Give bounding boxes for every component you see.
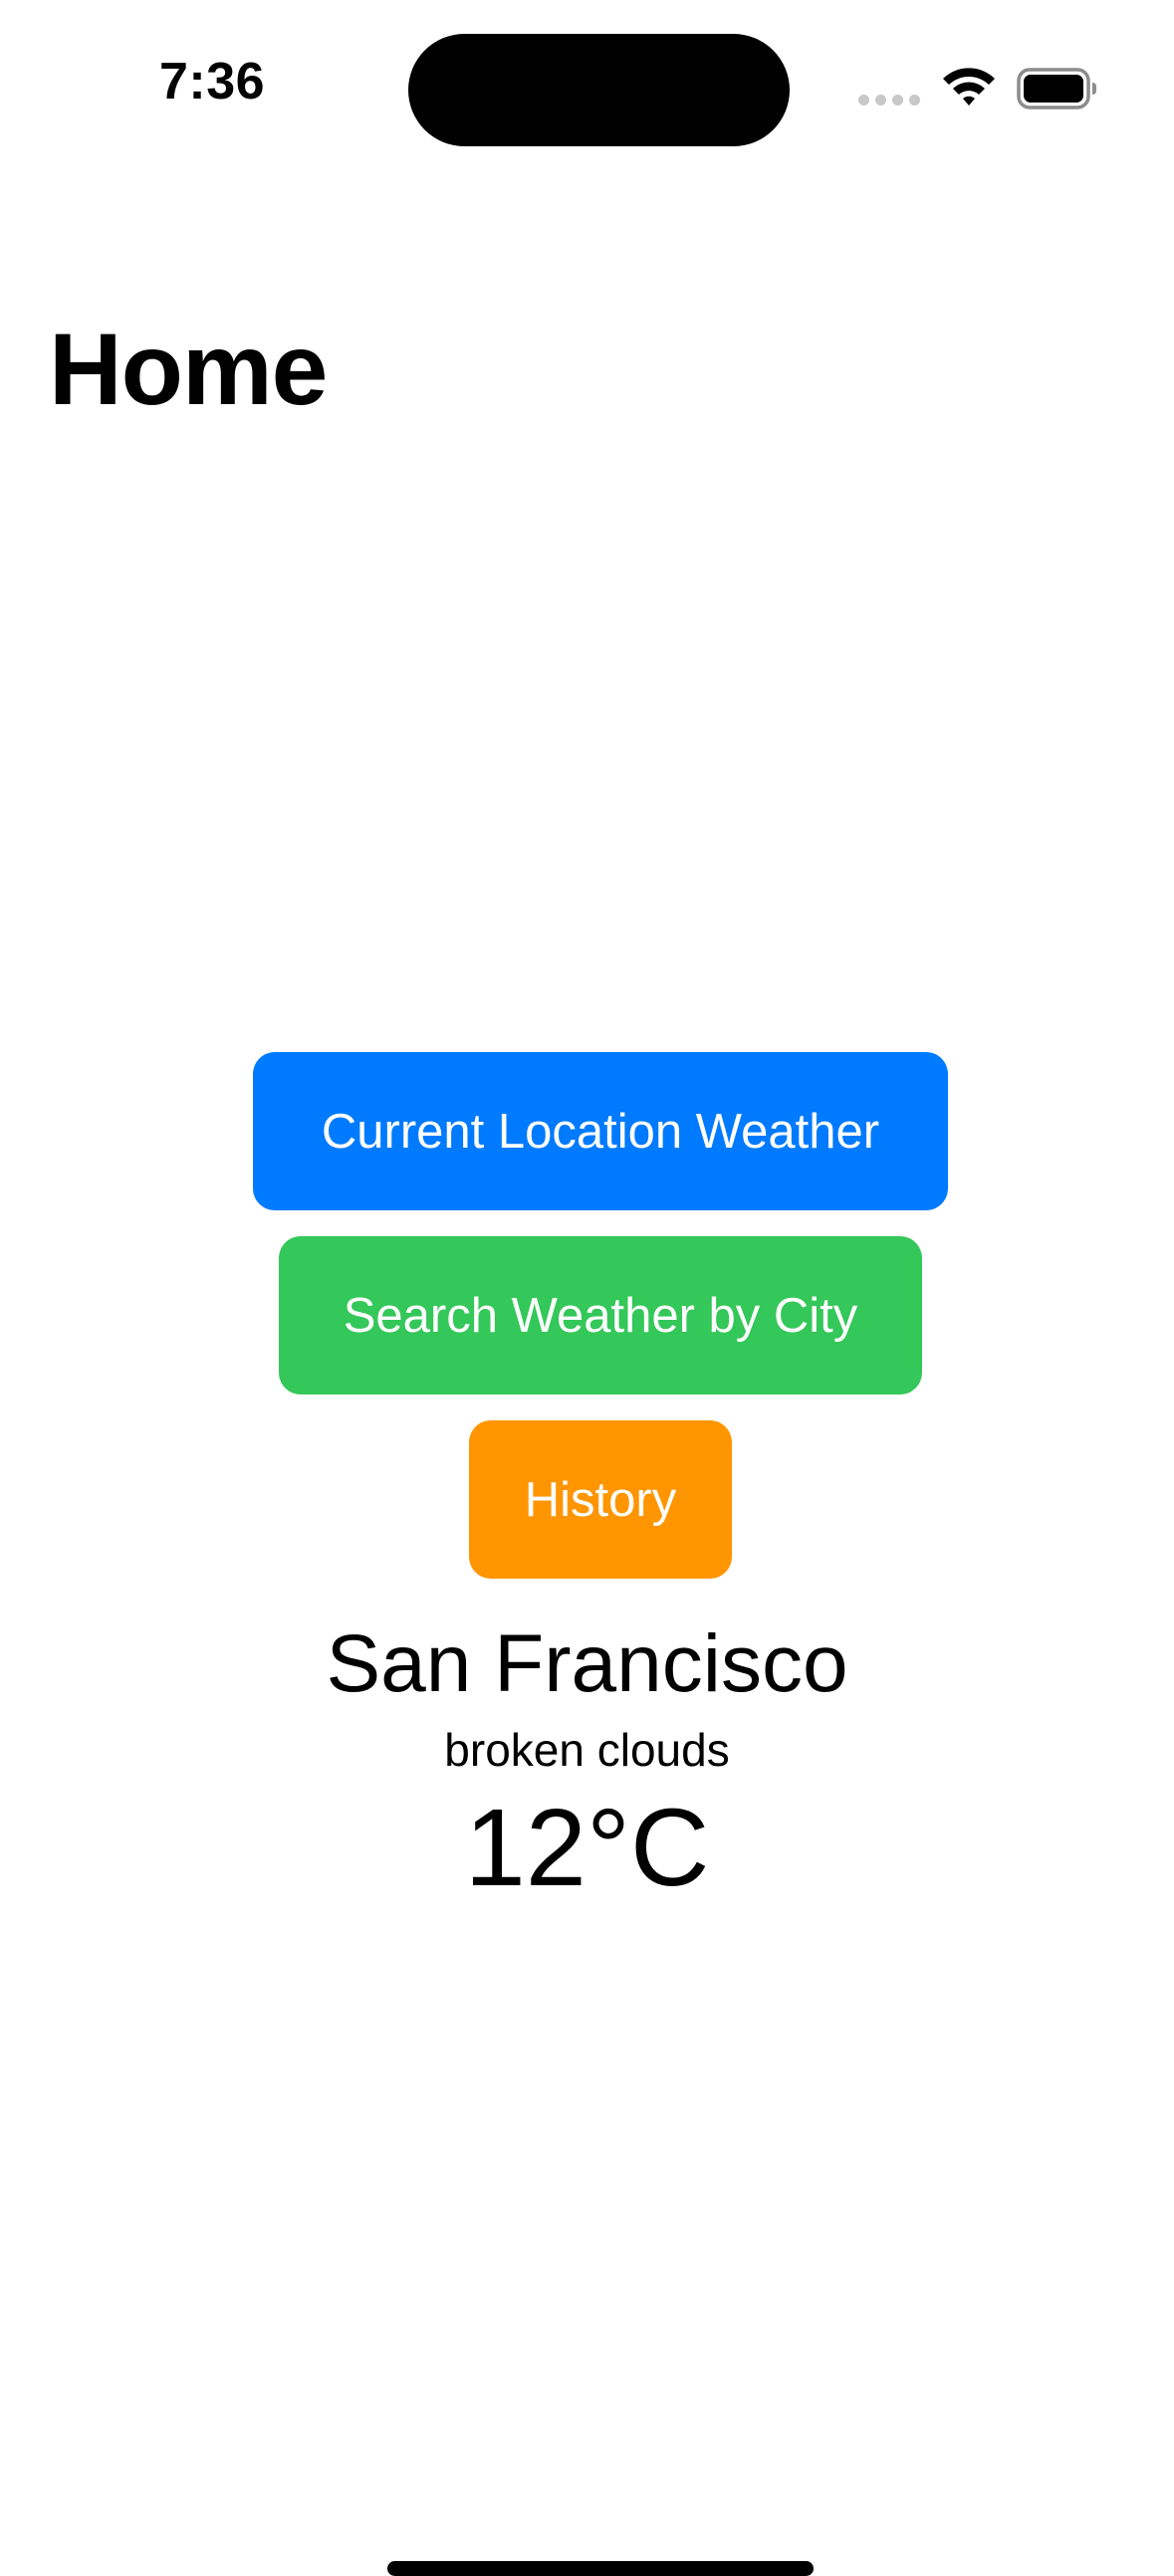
page-title: Home: [49, 313, 328, 426]
history-button[interactable]: History: [469, 1420, 732, 1579]
home-indicator[interactable]: [387, 2561, 814, 2576]
battery-icon: [1017, 68, 1096, 109]
cellular-signal-icon: [858, 95, 924, 107]
current-location-weather-button[interactable]: Current Location Weather: [253, 1052, 948, 1210]
weather-description: broken clouds: [444, 1724, 730, 1776]
city-name: San Francisco: [326, 1618, 848, 1709]
wifi-icon: [943, 68, 995, 106]
temperature: 12°C: [464, 1787, 710, 1909]
dynamic-island: [408, 34, 790, 146]
search-weather-by-city-button[interactable]: Search Weather by City: [279, 1236, 922, 1395]
status-time: 7:36: [159, 53, 266, 110]
